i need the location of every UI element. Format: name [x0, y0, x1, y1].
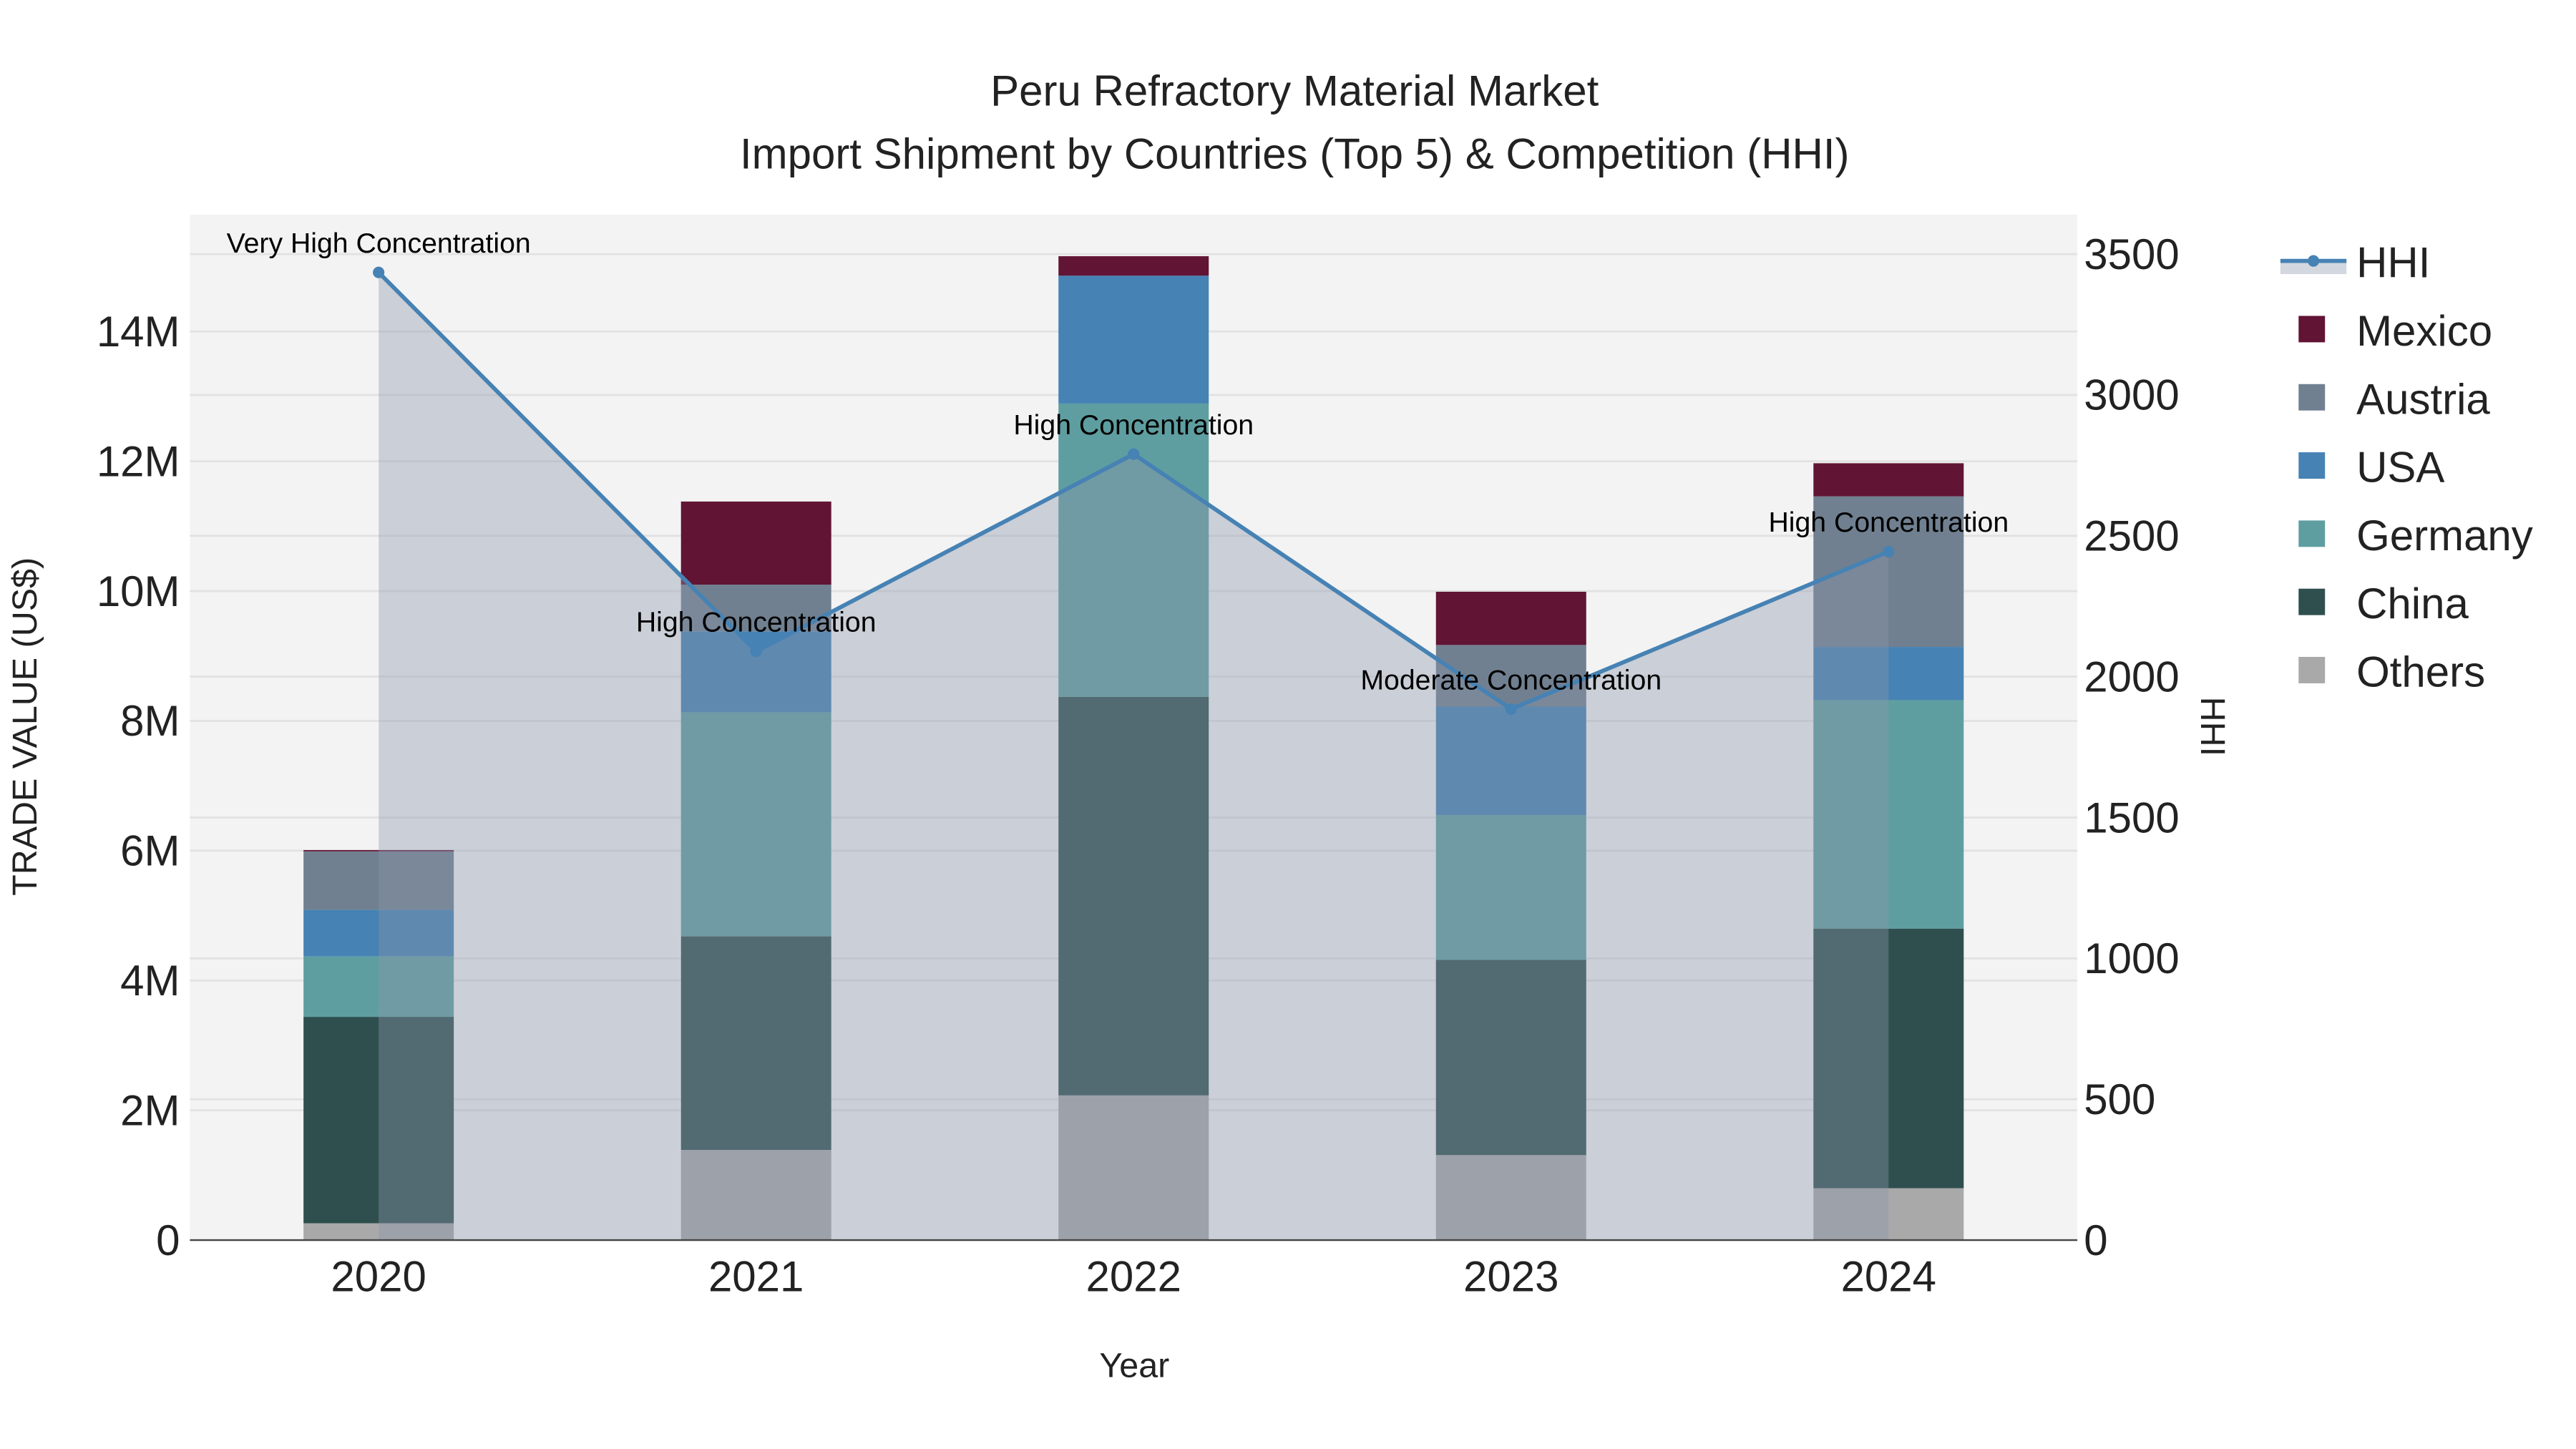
- legend-swatch-austria: [2298, 384, 2326, 411]
- hhi-annotation: High Concentration: [1013, 409, 1254, 441]
- hhi-annotation: High Concentration: [636, 607, 877, 638]
- hhi-annotation: Moderate Concentration: [1360, 664, 1662, 696]
- legend-label-hhi: HHI: [2356, 239, 2430, 287]
- y-tick-label: 10M: [97, 567, 180, 615]
- hhi-point-2024: [1883, 545, 1895, 557]
- bar-mexico-2021: [680, 501, 831, 585]
- y2-tick-label: 1500: [2084, 794, 2179, 841]
- legend-swatch-mexico: [2298, 316, 2326, 343]
- x-tick-label: 2023: [1463, 1253, 1558, 1301]
- chart-title: Peru Refractory Material Market: [990, 67, 1599, 115]
- y2-axis-label: HHI: [2193, 697, 2232, 756]
- y-tick-label: 8M: [120, 697, 180, 745]
- hhi-annotation: Very High Concentration: [227, 228, 531, 259]
- y-tick-label: 2M: [120, 1086, 180, 1134]
- y2-tick-label: 2000: [2084, 653, 2179, 701]
- legend-label-mexico: Mexico: [2356, 307, 2492, 355]
- x-tick-label: 2021: [708, 1253, 804, 1301]
- y-axis-ticks: 0 2M 4M 6M 8M 10M 12M 14M: [97, 308, 180, 1264]
- y2-tick-label: 0: [2084, 1216, 2107, 1264]
- y2-axis-ticks: 0 500 1000 1500 2000 2500 3000 3500: [2084, 230, 2179, 1264]
- y2-tick-label: 3000: [2084, 371, 2179, 419]
- x-tick-label: 2020: [331, 1253, 426, 1301]
- x-axis-label: Year: [1099, 1347, 1169, 1385]
- y-tick-label: 0: [156, 1216, 180, 1264]
- hhi-annotation: High Concentration: [1768, 507, 2009, 538]
- y2-tick-label: 3500: [2084, 230, 2179, 278]
- y-tick-label: 12M: [97, 437, 180, 485]
- legend-label-germany: Germany: [2356, 512, 2533, 560]
- chart: Very High Concentration High Concentratio…: [6, 67, 2533, 1385]
- hhi-point-2022: [1128, 448, 1140, 460]
- y-tick-label: 14M: [97, 308, 180, 356]
- hhi-point-2023: [1505, 703, 1517, 716]
- y2-tick-label: 1000: [2084, 935, 2179, 982]
- bar-mexico-2023: [1435, 591, 1586, 645]
- bar-mexico-2024: [1813, 463, 1964, 497]
- legend-label-china: China: [2356, 580, 2469, 628]
- legend-swatch-others: [2298, 657, 2326, 683]
- y2-tick-label: 500: [2084, 1075, 2155, 1123]
- bar-mexico-2022: [1058, 256, 1209, 276]
- legend-swatch-china: [2298, 588, 2326, 615]
- legend-label-austria: Austria: [2356, 375, 2490, 423]
- x-axis-ticks: 2020 2021 2022 2023 2024: [331, 1253, 1936, 1301]
- y2-tick-label: 2500: [2084, 512, 2179, 560]
- y-tick-label: 6M: [120, 827, 180, 875]
- legend: HHI Mexico Austria USA Germany China Others: [2280, 239, 2533, 696]
- legend-hhi-marker: [2308, 255, 2320, 267]
- legend-label-others: Others: [2356, 648, 2485, 696]
- chart-subtitle: Import Shipment by Countries (Top 5) & C…: [740, 130, 1850, 177]
- legend-label-usa: USA: [2356, 444, 2444, 492]
- hhi-point-2021: [750, 645, 762, 658]
- bar-usa-2022: [1058, 275, 1209, 404]
- y-axis-label: TRADE VALUE (US$): [6, 557, 44, 896]
- x-tick-label: 2024: [1841, 1253, 1936, 1301]
- y-tick-label: 4M: [120, 957, 180, 1005]
- legend-swatch-germany: [2298, 520, 2326, 547]
- hhi-point-2020: [373, 266, 385, 278]
- x-tick-label: 2022: [1085, 1253, 1181, 1301]
- legend-swatch-usa: [2298, 452, 2326, 479]
